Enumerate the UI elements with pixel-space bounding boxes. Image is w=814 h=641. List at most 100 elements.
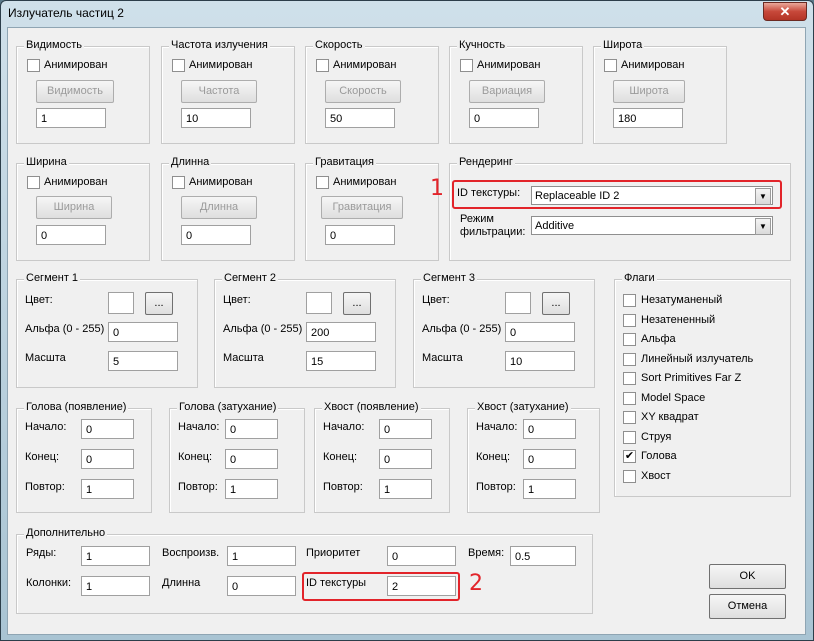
color-picker-button[interactable]: ... — [145, 292, 173, 315]
group-title: Широта — [601, 39, 645, 51]
animated-checkbox[interactable] — [316, 59, 329, 72]
rate-input[interactable]: 10 — [181, 108, 251, 128]
flag-checkbox[interactable] — [623, 411, 636, 424]
group-title: Ширина — [24, 156, 69, 168]
flag-label: Хвост — [641, 470, 671, 482]
close-button[interactable]: ✕ — [763, 2, 807, 21]
title-bar[interactable]: Излучатель частиц 2 ✕ — [1, 1, 813, 27]
priority-input[interactable]: 0 — [387, 546, 456, 566]
length-input[interactable]: 0 — [181, 225, 251, 245]
group-title: Сегмент 3 — [421, 272, 478, 284]
flag-checkbox[interactable] — [623, 314, 636, 327]
variation-button[interactable]: Вариация — [469, 80, 545, 103]
start-input[interactable]: 0 — [379, 419, 432, 439]
speed-input[interactable]: 50 — [325, 108, 395, 128]
group-title: Частота излучения — [169, 39, 270, 51]
color-swatch[interactable] — [306, 292, 332, 314]
animated-checkbox[interactable] — [460, 59, 473, 72]
group-title: Хвост (появление) — [322, 401, 421, 413]
latitude-button[interactable]: Широта — [613, 80, 685, 103]
scale-input[interactable]: 5 — [108, 351, 178, 371]
flag-checkbox[interactable] — [623, 392, 636, 405]
alpha-input[interactable]: 200 — [306, 322, 376, 342]
visibility-input[interactable]: 1 — [36, 108, 106, 128]
flag-checkbox[interactable]: ✔ — [623, 450, 636, 463]
group-width: Ширина Анимирован Ширина 0 — [16, 156, 150, 261]
color-label: Цвет: — [25, 294, 53, 306]
latitude-input[interactable]: 180 — [613, 108, 683, 128]
animated-checkbox[interactable] — [604, 59, 617, 72]
color-swatch[interactable] — [505, 292, 531, 314]
color-picker-button[interactable]: ... — [542, 292, 570, 315]
cancel-button[interactable]: Отмена — [709, 594, 786, 619]
flag-checkbox[interactable] — [623, 353, 636, 366]
group-flags: Флаги Незатуманеный Незатененный Альфа Л… — [614, 272, 791, 497]
flag-checkbox[interactable] — [623, 372, 636, 385]
start-input[interactable]: 0 — [225, 419, 278, 439]
animated-checkbox[interactable] — [27, 176, 40, 189]
animated-checkbox[interactable] — [27, 59, 40, 72]
animated-label: Анимирован — [44, 176, 108, 188]
color-picker-button[interactable]: ... — [343, 292, 371, 315]
end-label: Конец: — [476, 451, 511, 463]
flag-checkbox[interactable] — [623, 431, 636, 444]
flag-label: Голова — [641, 450, 677, 462]
width-button[interactable]: Ширина — [36, 196, 112, 219]
gravity-input[interactable]: 0 — [325, 225, 395, 245]
start-label: Начало: — [476, 421, 518, 433]
alpha-input[interactable]: 0 — [108, 322, 178, 342]
chevron-down-icon[interactable]: ▼ — [755, 218, 771, 235]
group-latitude: Широта Анимирован Широта 180 — [593, 39, 727, 144]
repeat-input[interactable]: 1 — [379, 479, 432, 499]
width-input[interactable]: 0 — [36, 225, 106, 245]
filter-mode-select[interactable]: Additive ▼ — [531, 216, 773, 235]
group-title: Скорость — [313, 39, 365, 51]
start-input[interactable]: 0 — [81, 419, 134, 439]
length-button[interactable]: Длинна — [181, 196, 257, 219]
animated-checkbox[interactable] — [172, 59, 185, 72]
group-title: Сегмент 2 — [222, 272, 279, 284]
rows-label: Ряды: — [26, 547, 57, 559]
animated-checkbox[interactable] — [316, 176, 329, 189]
repeat-input[interactable]: 1 — [523, 479, 576, 499]
repeat-input[interactable]: 1 — [81, 479, 134, 499]
playback-label: Воспроизв. — [162, 547, 220, 559]
group-visibility: Видимость Анимирован Видимость 1 — [16, 39, 150, 144]
group-title: Сегмент 1 — [24, 272, 81, 284]
end-label: Конец: — [323, 451, 358, 463]
end-input[interactable]: 0 — [379, 449, 432, 469]
visibility-button[interactable]: Видимость — [36, 80, 114, 103]
flag-checkbox[interactable] — [623, 470, 636, 483]
columns-input[interactable]: 1 — [81, 576, 150, 596]
playback-input[interactable]: 1 — [227, 546, 296, 566]
rows-input[interactable]: 1 — [81, 546, 150, 566]
animated-label: Анимирован — [621, 59, 685, 71]
rate-button[interactable]: Частота — [181, 80, 257, 103]
ok-button[interactable]: OK — [709, 564, 786, 589]
group-title: Длинна — [169, 156, 212, 168]
gravity-button[interactable]: Гравитация — [321, 196, 403, 219]
variation-input[interactable]: 0 — [469, 108, 539, 128]
repeat-input[interactable]: 1 — [225, 479, 278, 499]
flag-label: Струя — [641, 431, 672, 443]
group-head-appear: Голова (появление) Начало: 0 Конец: 0 По… — [16, 401, 152, 513]
dialog-client: Видимость Анимирован Видимость 1 Частота… — [7, 27, 806, 635]
animated-label: Анимирован — [44, 59, 108, 71]
length-input[interactable]: 0 — [227, 576, 296, 596]
end-input[interactable]: 0 — [523, 449, 576, 469]
columns-label: Колонки: — [26, 577, 72, 589]
start-input[interactable]: 0 — [523, 419, 576, 439]
end-label: Конец: — [178, 451, 213, 463]
scale-input[interactable]: 15 — [306, 351, 376, 371]
flag-checkbox[interactable] — [623, 294, 636, 307]
end-input[interactable]: 0 — [225, 449, 278, 469]
color-swatch[interactable] — [108, 292, 134, 314]
animated-checkbox[interactable] — [172, 176, 185, 189]
time-input[interactable]: 0.5 — [510, 546, 576, 566]
scale-input[interactable]: 10 — [505, 351, 575, 371]
speed-button[interactable]: Скорость — [325, 80, 401, 103]
repeat-label: Повтор: — [178, 481, 218, 493]
end-input[interactable]: 0 — [81, 449, 134, 469]
flag-checkbox[interactable] — [623, 333, 636, 346]
alpha-input[interactable]: 0 — [505, 322, 575, 342]
